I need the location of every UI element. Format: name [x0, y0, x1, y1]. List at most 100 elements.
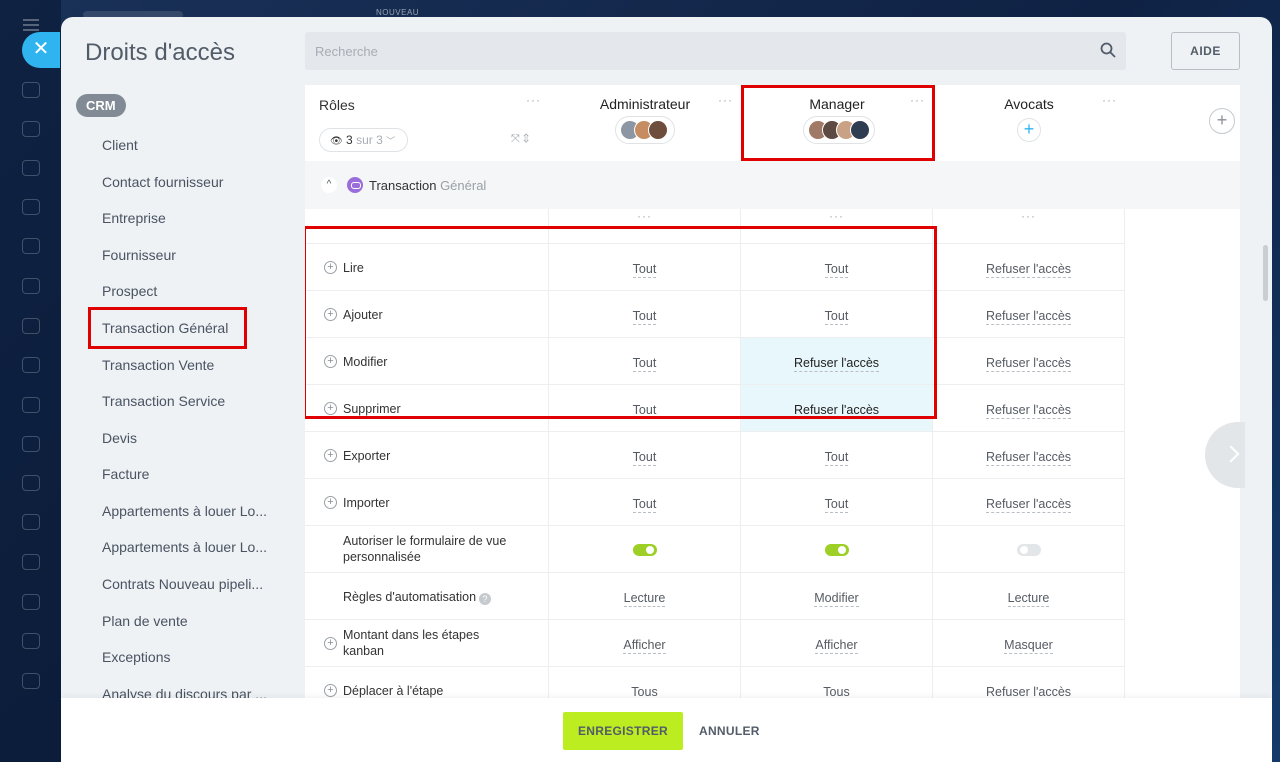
permission-value[interactable]: Afficher — [623, 638, 666, 654]
eye-icon: 👁 — [330, 136, 343, 147]
cancel-button[interactable]: ANNULER — [699, 724, 760, 738]
help-button[interactable]: AIDE — [1171, 32, 1240, 70]
sidebar-item-transaction-service[interactable]: Transaction Service — [102, 393, 225, 409]
nav-icon-6[interactable] — [22, 278, 40, 294]
expand-row-icon[interactable]: + — [324, 496, 337, 509]
help-icon[interactable]: ? — [479, 593, 492, 605]
crm-badge[interactable]: CRM — [76, 94, 126, 117]
transaction-icon — [347, 177, 363, 193]
permission-value[interactable]: Refuser l'accès — [985, 356, 1072, 372]
toggle-switch-on[interactable] — [824, 544, 849, 556]
section-title: Transaction Général — [369, 178, 487, 193]
sidebar-item-appartements-1[interactable]: Appartements à louer Lo... — [102, 503, 267, 519]
visible-count: 3 — [346, 133, 353, 147]
avocats-more-icon[interactable]: ··· — [1102, 93, 1117, 107]
table-row: + Exporter Tout Tout Refuser l'accès — [305, 431, 1125, 478]
nav-icon-12[interactable] — [22, 514, 40, 530]
expand-row-icon[interactable]: + — [324, 637, 337, 650]
column-title-avocats[interactable]: Avocats — [933, 96, 1125, 112]
left-navigation-bar — [0, 0, 61, 762]
nav-icon-2[interactable] — [22, 121, 40, 137]
permission-value[interactable]: Refuser l'accès — [985, 497, 1072, 513]
sidebar-item-fournisseur[interactable]: Fournisseur — [102, 247, 176, 263]
close-slider-button[interactable]: ✕ — [22, 32, 60, 68]
permission-value[interactable]: Refuser l'accès — [985, 309, 1072, 325]
nav-icon-10[interactable] — [22, 436, 40, 452]
visible-roles-selector[interactable]: 👁 3 sur 3 ﹀ — [319, 128, 408, 152]
sidebar-item-exceptions[interactable]: Exceptions — [102, 649, 170, 665]
permissions-table: Rôles ··· 👁 3 sur 3 ﹀ ⤧ ⇕ Administrateur… — [305, 85, 1240, 705]
nav-icon-8[interactable] — [22, 357, 40, 373]
nav-icon-16[interactable] — [22, 673, 40, 689]
permission-value[interactable]: Tout — [824, 450, 849, 466]
save-button[interactable]: ENREGISTRER — [563, 712, 683, 750]
table-row: Règles d'automatisation? Lecture Modifie… — [305, 572, 1125, 619]
expand-row-icon[interactable]: + — [324, 449, 337, 462]
nav-icon-15[interactable] — [22, 633, 40, 649]
scrollbar[interactable] — [1263, 245, 1268, 301]
permission-value[interactable]: Afficher — [815, 638, 858, 654]
toggle-switch-on[interactable] — [632, 544, 657, 556]
row-label: Règles d'automatisation? — [343, 589, 492, 605]
nav-icon-7[interactable] — [22, 318, 40, 334]
permission-value[interactable]: Refuser l'accès — [985, 450, 1072, 466]
highlight-box-manager — [741, 85, 935, 161]
sidebar-item-devis[interactable]: Devis — [102, 430, 137, 446]
collapse-expand-icon[interactable]: ⤧ ⇕ — [511, 133, 529, 146]
sidebar-item-plan-de-vente[interactable]: Plan de vente — [102, 613, 188, 629]
permission-value[interactable]: Modifier — [814, 591, 859, 607]
nav-icon-11[interactable] — [22, 475, 40, 491]
more-icon[interactable]: ··· — [549, 209, 740, 223]
highlight-box-sidebar — [88, 307, 247, 349]
permission-value[interactable]: Refuser l'accès — [985, 403, 1072, 419]
more-icon[interactable]: ··· — [741, 209, 932, 223]
add-role-button[interactable]: + — [1209, 108, 1235, 134]
column-title-administrateur[interactable]: Administrateur — [549, 96, 741, 112]
page-title: Droits d'accès — [85, 39, 235, 66]
nav-icon-5[interactable] — [22, 238, 40, 254]
menu-icon[interactable] — [23, 19, 39, 31]
permission-value[interactable]: Lecture — [623, 591, 666, 607]
admin-more-icon[interactable]: ··· — [718, 93, 733, 107]
sidebar-item-appartements-2[interactable]: Appartements à louer Lo... — [102, 539, 267, 555]
sidebar-item-entreprise[interactable]: Entreprise — [102, 210, 166, 226]
expand-row-icon[interactable]: + — [324, 684, 337, 697]
section-transaction-general[interactable]: ^ Transaction Général — [305, 161, 1240, 209]
sidebar-item-transaction-vente[interactable]: Transaction Vente — [102, 357, 214, 373]
nav-icon-4[interactable] — [22, 199, 40, 215]
toggle-switch-off[interactable] — [1016, 544, 1041, 556]
nav-icon-13[interactable] — [22, 554, 40, 570]
add-user-icon[interactable]: + — [1017, 118, 1041, 142]
new-tag: NOUVEAU — [376, 8, 420, 17]
nav-icon-14[interactable] — [22, 594, 40, 610]
roles-label: Rôles — [319, 97, 355, 113]
search-input[interactable]: Recherche — [305, 32, 1126, 70]
more-icon[interactable]: ··· — [933, 209, 1124, 223]
nav-icon-1[interactable] — [22, 82, 40, 98]
search-icon[interactable] — [1100, 42, 1116, 58]
permission-value[interactable]: Masquer — [1004, 638, 1053, 654]
table-row: + Importer Tout Tout Refuser l'accès — [305, 478, 1125, 525]
permission-value[interactable]: Refuser l'accès — [985, 262, 1072, 278]
collapse-icon[interactable]: ^ — [321, 177, 337, 193]
footer-bar: ENREGISTRER ANNULER — [61, 698, 1272, 762]
permission-value[interactable]: Tout — [824, 497, 849, 513]
nav-icon-3[interactable] — [22, 160, 40, 176]
permission-value[interactable]: Lecture — [1007, 591, 1050, 607]
sidebar-item-client[interactable]: Client — [102, 137, 138, 153]
roles-more-icon[interactable]: ··· — [526, 93, 541, 107]
sidebar-item-prospect[interactable]: Prospect — [102, 283, 157, 299]
total-count: sur 3 — [356, 133, 383, 147]
row-label: Montant dans les étapes kanban — [343, 628, 480, 658]
chevron-down-icon: ﹀ — [386, 136, 396, 146]
sidebar-item-contact-fournisseur[interactable]: Contact fournisseur — [102, 174, 223, 190]
sidebar-item-facture[interactable]: Facture — [102, 466, 149, 482]
row-label: Déplacer à l'étape — [343, 684, 444, 698]
permission-value[interactable]: Tout — [632, 497, 657, 513]
nav-icon-9[interactable] — [22, 397, 40, 413]
permission-value[interactable]: Tout — [632, 450, 657, 466]
admin-avatars[interactable] — [615, 116, 675, 144]
row-label: Exporter — [343, 449, 391, 463]
sidebar-item-contrats[interactable]: Contrats Nouveau pipeli... — [102, 576, 263, 592]
table-row: Autoriser le formulaire de vue personnal… — [305, 525, 1125, 572]
